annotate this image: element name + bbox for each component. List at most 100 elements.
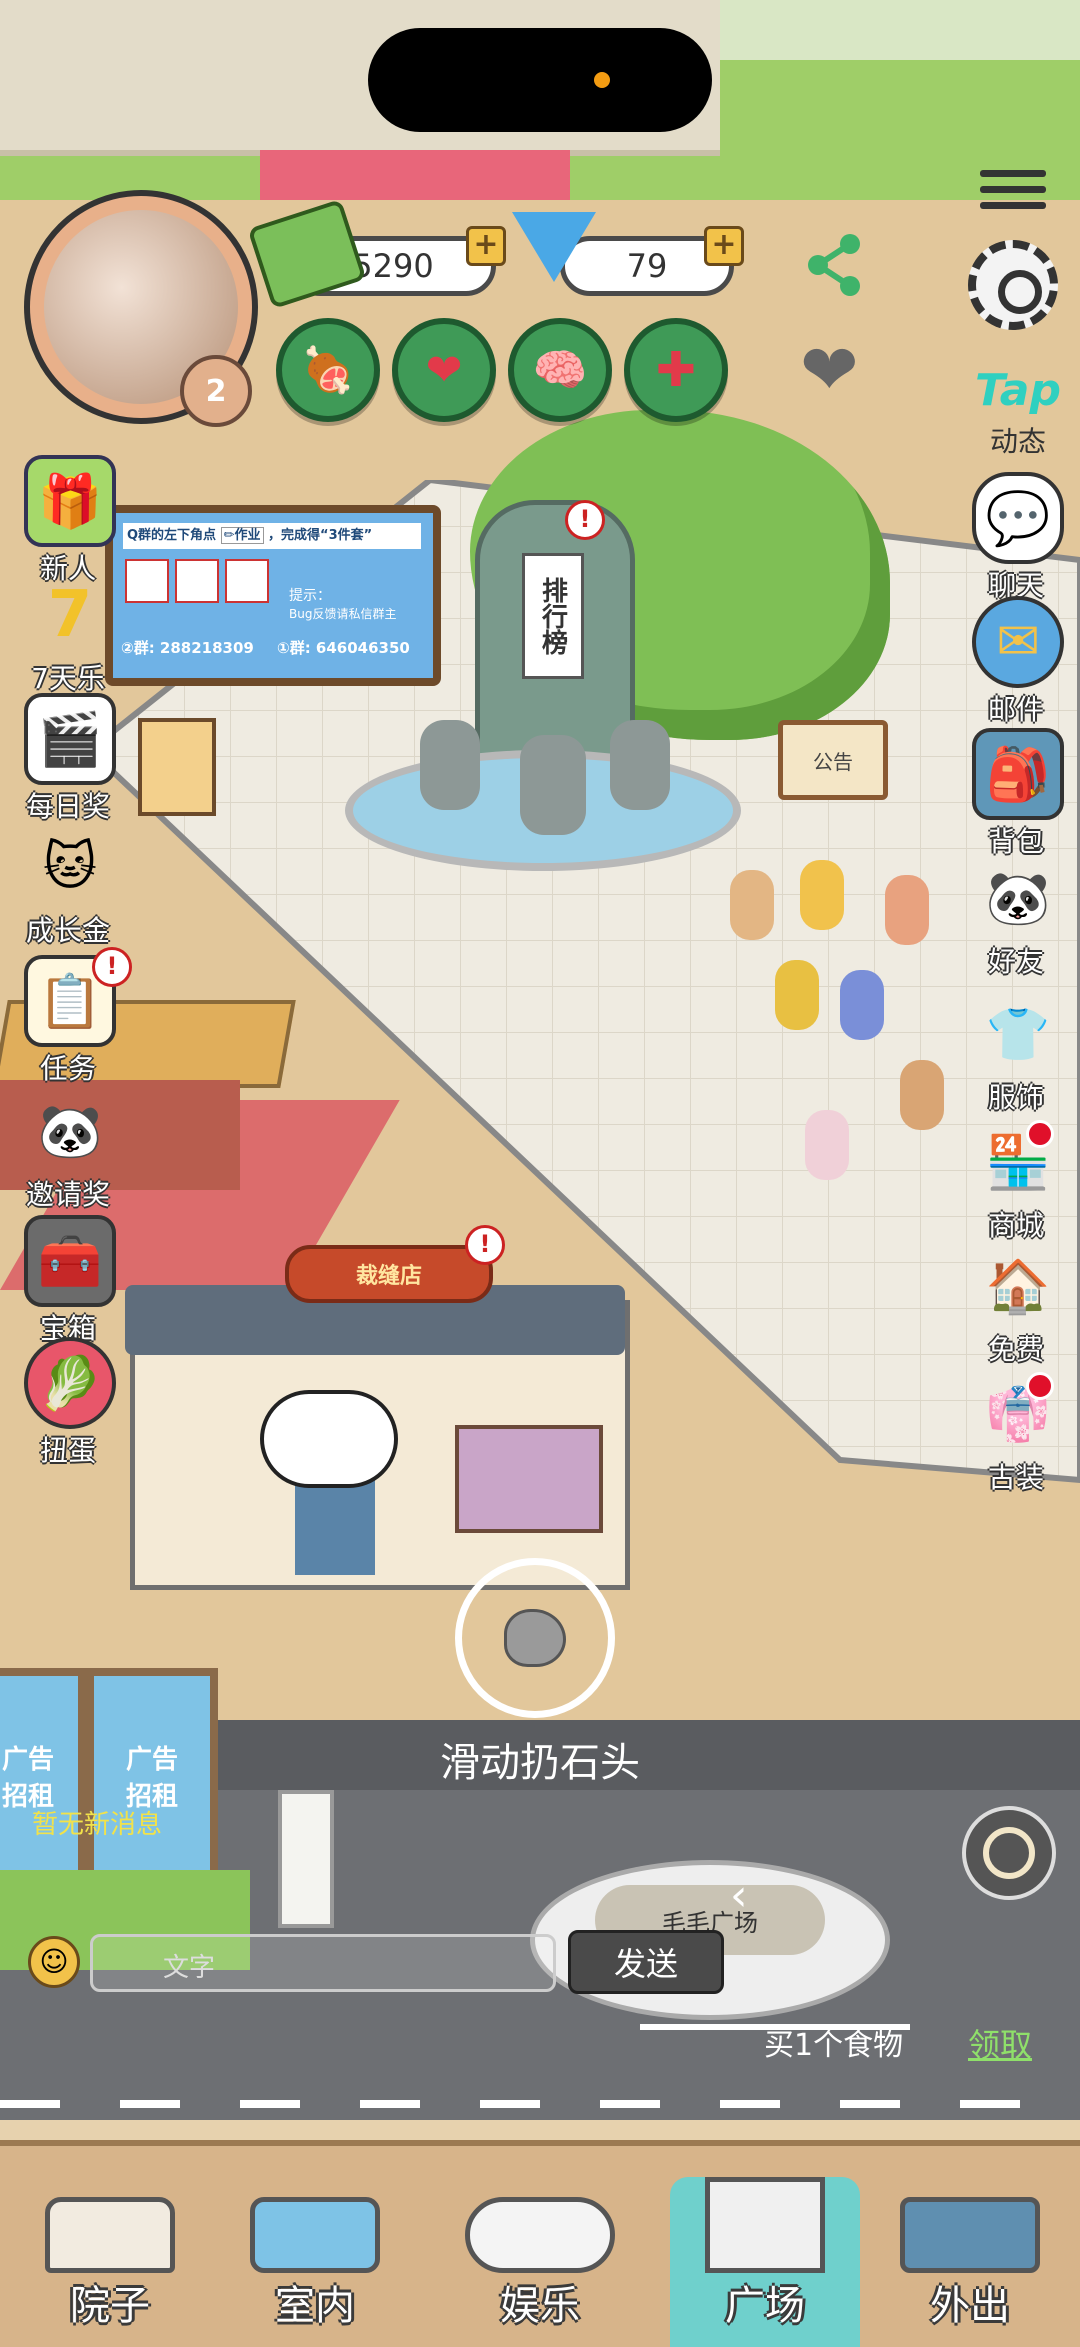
friends-panda-icon: 🐼 xyxy=(976,856,1060,940)
heart-stat-icon[interactable]: ❤ xyxy=(392,318,496,422)
tailor-sign-label: 裁缝店 xyxy=(355,1264,422,1289)
left-menu-item-tasks[interactable]: 📋 ! 任务 xyxy=(8,947,132,1089)
nav-entertainment[interactable]: 娱乐 xyxy=(450,2197,630,2347)
notice-board[interactable]: Q群的左下角点 ✏作业 ，完成得“3件套” 提示： Bug反馈请私信群主 ②群:… xyxy=(105,505,441,686)
backpack-glyph: 🎒 xyxy=(985,744,1051,805)
statue-bear-3[interactable] xyxy=(610,720,670,810)
right-menu-item-mail[interactable]: ✉ 邮件 xyxy=(956,596,1080,728)
task-text: 买1个食物 xyxy=(764,2028,904,2063)
right-menu-label: 古装 xyxy=(987,1461,1044,1494)
share-icon[interactable] xyxy=(800,230,870,300)
group-2-number: ②群: 288218309 xyxy=(121,639,254,657)
right-menu-item-chat[interactable]: 💬 聊天 xyxy=(956,472,1080,602)
tasks-alert-icon: ! xyxy=(92,947,132,987)
panda-sleeping[interactable] xyxy=(260,1390,398,1488)
food-stat-icon[interactable]: 🍖 xyxy=(276,318,380,422)
claim-link[interactable]: 领取 xyxy=(968,2020,1032,2066)
chat-input[interactable]: 文字 xyxy=(90,1934,556,1992)
right-menu-item-shop[interactable]: 🏪 商城 xyxy=(956,1120,1080,1244)
announcement-board[interactable]: 公告 xyxy=(778,720,888,800)
right-menu-label: 好友 xyxy=(987,945,1044,978)
chest-glyph: 🧰 xyxy=(37,1231,103,1292)
notice-reward-text: ，完成得“3件套” xyxy=(268,528,373,543)
nav-yard[interactable]: 院子 xyxy=(30,2197,190,2347)
add-cash-button[interactable]: + xyxy=(466,226,506,266)
right-menu-label: 免费 xyxy=(987,1333,1044,1366)
kiosk[interactable] xyxy=(138,718,216,816)
left-menu-item-gacha[interactable]: 🥬 扭蛋 xyxy=(8,1337,132,1467)
left-menu-item-growth[interactable]: 🐱 成长金 xyxy=(8,825,132,955)
locate-crosshair-icon[interactable] xyxy=(962,1806,1056,1900)
homework-tag: ✏作业 xyxy=(220,527,264,544)
left-menu-item-chest[interactable]: 🧰 宝箱 xyxy=(8,1215,132,1345)
left-menu-item-newbie[interactable]: 🎁 新人 xyxy=(8,455,132,585)
right-menu: Tap 动态 💬 聊天 ✉ 邮件 🎒 背包 🐼 好友 👕 服饰 🏪 商城 🏠 免… xyxy=(956,360,1080,1496)
announcement-label: 公告 xyxy=(813,749,853,774)
player-character[interactable] xyxy=(885,875,929,945)
mail-icon: ✉ xyxy=(972,596,1064,688)
gift-icon: 🎁 xyxy=(24,455,116,547)
left-menu-item-7day[interactable]: 7 7天乐 xyxy=(8,573,132,695)
billboard-1[interactable]: 广告 招租 xyxy=(0,1668,86,1884)
shop-notification-dot xyxy=(1026,1120,1054,1148)
clapper-icon: 🎬 xyxy=(24,693,116,785)
player-character[interactable] xyxy=(840,970,884,1040)
chat-input-placeholder: 文字 xyxy=(163,1953,216,1983)
shirt-icon: 👕 xyxy=(976,992,1060,1076)
tailor-sign: 裁缝店 xyxy=(285,1245,493,1303)
right-menu-item-feed[interactable]: Tap 动态 xyxy=(956,360,1080,472)
food-glyph: 🍖 xyxy=(300,345,356,396)
plaza-building-icon xyxy=(705,2177,825,2273)
brain-stat-icon[interactable]: 🧠 xyxy=(508,318,612,422)
statue-bear-2[interactable] xyxy=(520,735,586,835)
invite-glyph: 🐼 xyxy=(37,1101,103,1162)
right-menu-item-outfits[interactable]: 👕 服饰 xyxy=(956,992,1080,1120)
right-menu-item-bag[interactable]: 🎒 背包 xyxy=(956,728,1080,858)
statue-bear-1[interactable] xyxy=(420,720,480,810)
left-menu-label: 成长金 xyxy=(25,914,110,947)
treasure-chest-icon: 🧰 xyxy=(24,1215,116,1307)
nav-plaza[interactable]: 广场 xyxy=(670,2177,860,2347)
send-button[interactable]: 发送 xyxy=(568,1930,724,1994)
nav-label: 娱乐 xyxy=(500,2283,580,2329)
right-menu-item-friends[interactable]: 🐼 好友 xyxy=(956,856,1080,992)
left-menu-item-invite[interactable]: 🐼 邀请奖 xyxy=(8,1089,132,1215)
ranking-alert-icon: ! xyxy=(565,500,605,540)
player-character[interactable] xyxy=(775,960,819,1030)
notice-text: Q群的左下角点 xyxy=(127,528,217,543)
nav-label: 室内 xyxy=(275,2283,355,2329)
left-menu-label: 任务 xyxy=(39,1052,96,1085)
left-menu-item-daily[interactable]: 🎬 每日奖 xyxy=(8,693,132,825)
gem-icon xyxy=(512,212,596,282)
right-menu-item-free[interactable]: 🏠 免费 xyxy=(956,1244,1080,1372)
player-character[interactable] xyxy=(730,870,774,940)
bed-icon xyxy=(250,2197,380,2273)
tap-glyph: Tap xyxy=(975,364,1061,416)
nav-label: 院子 xyxy=(70,2283,150,2329)
settings-gear-icon[interactable] xyxy=(968,240,1058,330)
hearts-icon[interactable]: ❤ xyxy=(800,330,900,410)
gamepad-icon xyxy=(465,2197,615,2273)
player-character[interactable] xyxy=(800,860,844,930)
camera-notch xyxy=(368,28,712,132)
throw-stone-button[interactable] xyxy=(455,1558,615,1718)
player-character[interactable] xyxy=(900,1060,944,1130)
player-character[interactable] xyxy=(805,1110,849,1180)
heart-glyph: ❤ xyxy=(425,344,463,396)
left-menu: 🎁 新人 7 7天乐 🎬 每日奖 🐱 成长金 📋 ! 任务 🐼 邀请奖 🧰 宝箱… xyxy=(8,455,132,1467)
left-menu-label: 7天乐 xyxy=(31,662,105,695)
right-menu-label: 背包 xyxy=(987,825,1044,858)
reward-item-2 xyxy=(175,559,219,603)
add-gem-button[interactable]: + xyxy=(704,226,744,266)
emoji-button[interactable]: ☺ xyxy=(28,1936,80,1988)
menu-icon[interactable] xyxy=(980,170,1046,210)
nav-indoor[interactable]: 室内 xyxy=(240,2197,390,2347)
camera-dot xyxy=(594,72,610,88)
nav-outing[interactable]: 外出 xyxy=(880,2197,1060,2347)
right-menu-item-costume[interactable]: 👘 古装 xyxy=(956,1372,1080,1496)
billboard-2[interactable]: 广告 招租 xyxy=(86,1668,218,1884)
health-stat-icon[interactable]: ✚ xyxy=(624,318,728,422)
collapse-chevron-icon[interactable]: ‹ xyxy=(730,1870,748,1921)
billboard-1-line1: 广告 xyxy=(1,1745,54,1775)
stone-icon xyxy=(504,1609,566,1667)
